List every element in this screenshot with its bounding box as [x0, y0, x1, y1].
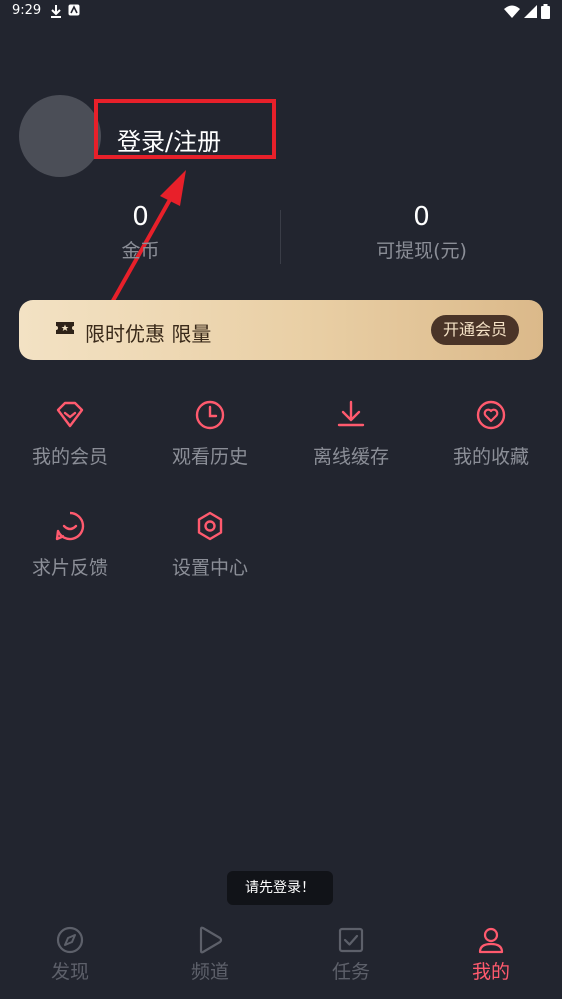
download-status-icon — [51, 5, 61, 18]
app-status-icon — [68, 4, 80, 16]
tab-label: 任务 — [331, 961, 370, 983]
withdrawable-value: 0 — [413, 202, 430, 232]
menu-item-offline-cache[interactable]: 离线缓存 — [291, 398, 411, 469]
coins-stat[interactable]: 0 金币 — [0, 200, 281, 263]
menu-item-label: 离线缓存 — [312, 446, 389, 468]
clock-icon — [195, 400, 225, 430]
vip-promo-text: 限时优惠 限量 — [85, 322, 212, 346]
tab-channel[interactable]: 频道 — [140, 918, 280, 984]
menu-item-my-vip[interactable]: 我的会员 — [10, 398, 130, 469]
bottom-tab-bar: 发现 频道 任务 我的 — [0, 918, 562, 999]
status-time: 9:29 — [12, 3, 42, 18]
menu-item-label: 设置中心 — [171, 557, 248, 579]
download-icon — [337, 400, 365, 427]
compass-icon — [56, 926, 84, 954]
menu-item-label: 观看历史 — [171, 446, 248, 468]
tab-label: 我的 — [471, 961, 510, 983]
settings-icon — [197, 511, 223, 541]
open-vip-button[interactable]: 开通会员 — [430, 315, 519, 345]
heart-icon — [476, 400, 506, 430]
menu-item-watch-history[interactable]: 观看历史 — [150, 398, 270, 469]
login-register-link[interactable]: 登录/注册 — [117, 122, 221, 157]
tab-discover[interactable]: 发现 — [0, 918, 140, 984]
signal-icon — [524, 5, 537, 18]
ticket-icon — [56, 322, 74, 334]
menu-item-feedback[interactable]: 求片反馈 — [10, 509, 130, 580]
wifi-icon — [504, 5, 520, 18]
coins-value: 0 — [132, 202, 149, 232]
tab-mine[interactable]: 我的 — [421, 918, 561, 984]
tab-label: 发现 — [50, 961, 89, 983]
tab-label: 频道 — [190, 961, 229, 983]
toast-message: 请先登录！ — [227, 871, 333, 905]
menu-item-label: 求片反馈 — [31, 557, 108, 579]
battery-icon — [541, 4, 550, 19]
menu-item-favorites[interactable]: 我的收藏 — [431, 398, 551, 469]
vip-promo-banner[interactable]: 限时优惠 限量 开通会员 — [19, 300, 543, 360]
withdrawable-label: 可提现(元) — [376, 240, 467, 262]
stats-row: 0 金币 0 可提现(元) — [0, 200, 562, 272]
withdrawable-stat[interactable]: 0 可提现(元) — [281, 200, 562, 263]
avatar[interactable] — [19, 95, 101, 177]
user-icon — [478, 927, 504, 954]
diamond-icon — [56, 401, 84, 428]
tab-tasks[interactable]: 任务 — [281, 918, 421, 984]
menu-item-settings[interactable]: 设置中心 — [150, 509, 270, 580]
play-icon — [199, 926, 223, 954]
status-bar: 9:29 — [0, 0, 562, 24]
menu-item-label: 我的收藏 — [452, 446, 529, 468]
feedback-icon — [55, 511, 85, 541]
coins-label: 金币 — [121, 240, 160, 262]
menu-item-label: 我的会员 — [31, 446, 108, 468]
task-icon — [338, 927, 364, 953]
